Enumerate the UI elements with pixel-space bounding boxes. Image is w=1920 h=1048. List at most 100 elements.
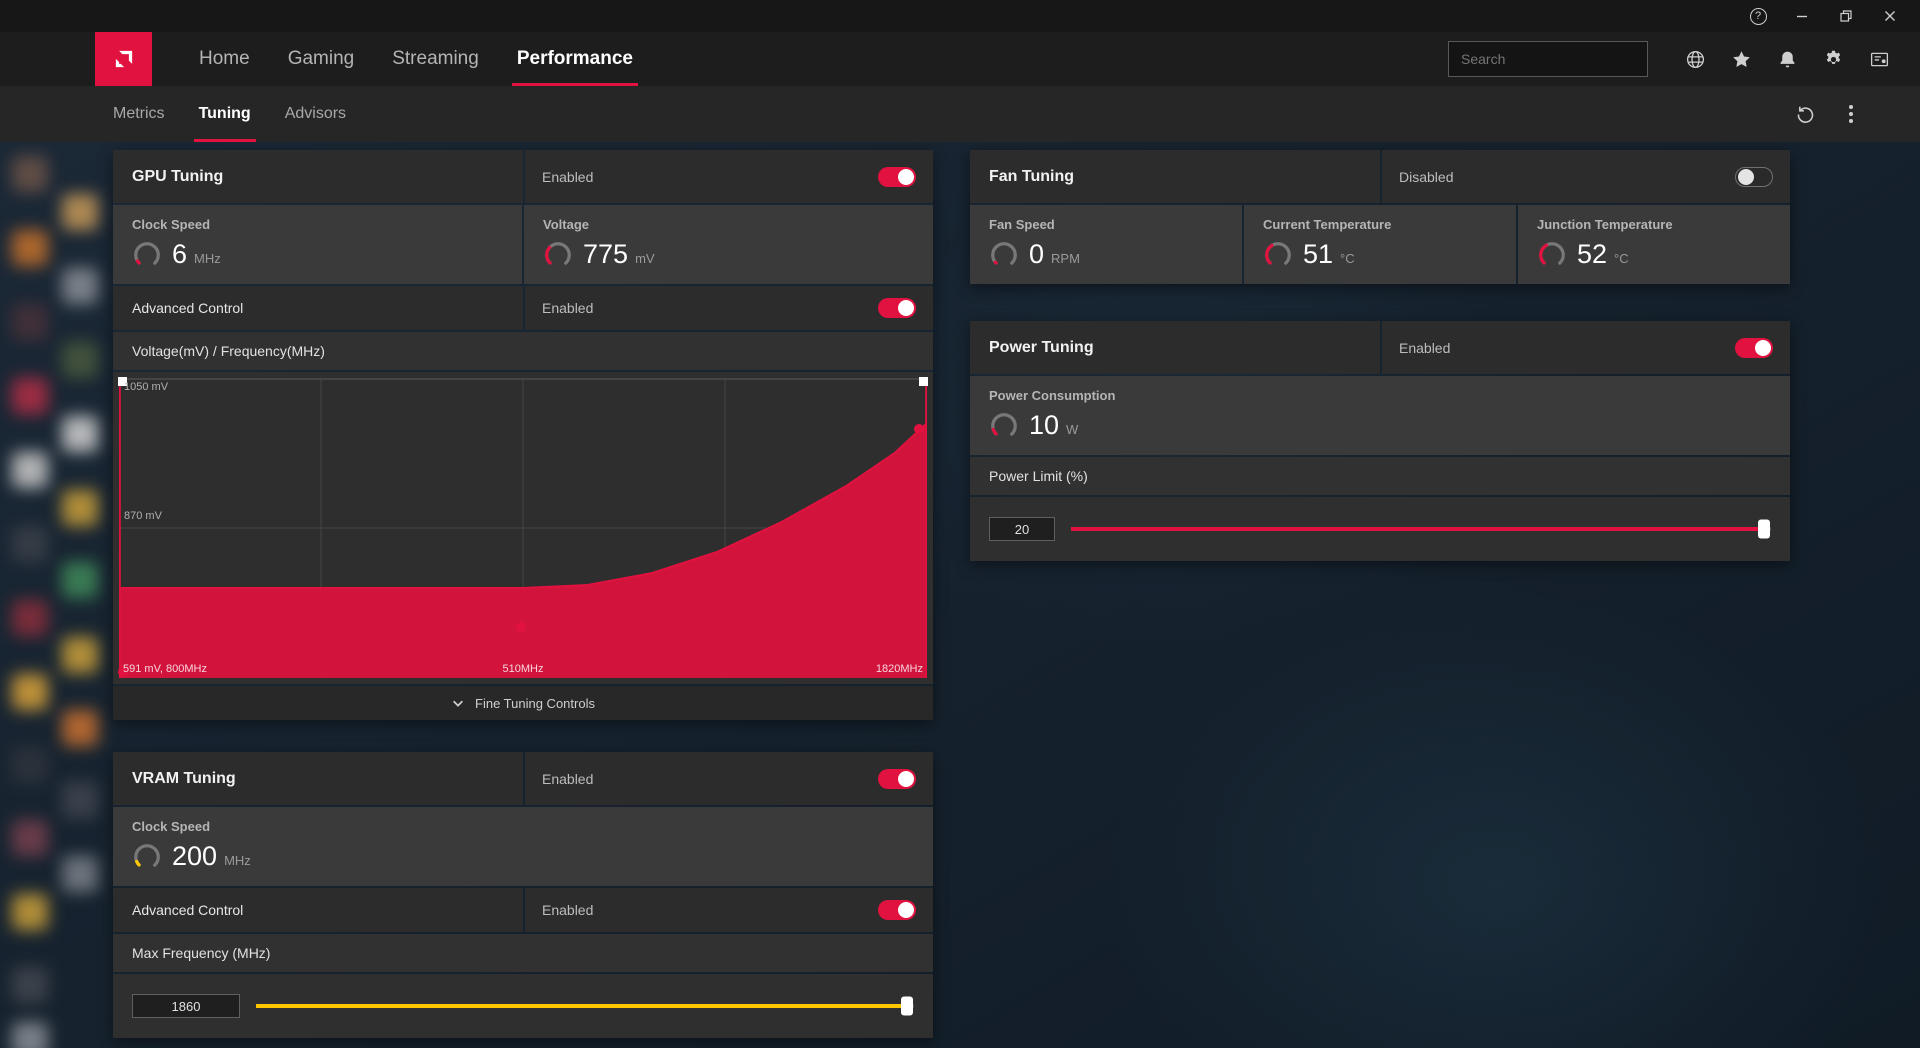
current-temperature-unit: °C (1340, 251, 1355, 266)
device-panel-button[interactable] (1856, 32, 1902, 86)
vram-advanced-control-label: Advanced Control (132, 902, 243, 918)
globe-icon (1685, 49, 1706, 70)
vram-advanced-control-toggle[interactable] (878, 900, 916, 920)
amd-logo[interactable] (95, 32, 152, 86)
browser-button[interactable] (1672, 32, 1718, 86)
more-options-button[interactable] (1828, 86, 1874, 142)
background-tile (12, 378, 48, 414)
slider-handle[interactable] (901, 997, 913, 1016)
fine-tuning-controls[interactable]: Fine Tuning Controls (113, 686, 933, 720)
max-frequency-slider[interactable] (256, 1004, 914, 1008)
gpu-tuning-title-row: GPU Tuning (113, 150, 523, 203)
fan-tuning-toggle[interactable] (1735, 167, 1773, 187)
power-consumption-gauge-icon (989, 411, 1019, 441)
minimize-icon (1796, 10, 1808, 22)
background-tile (62, 637, 98, 673)
background-tile (12, 452, 48, 488)
background-tile (62, 416, 98, 452)
nav-item-home[interactable]: Home (180, 32, 269, 86)
fan-speed-cell: Fan Speed 0 RPM (970, 205, 1242, 284)
gpu-tuning-card: GPU Tuning Enabled Clock Speed 6 MHz (113, 150, 933, 720)
background-tile (12, 1022, 48, 1048)
gpu-clock-speed-cell: Clock Speed 6 MHz (113, 205, 522, 284)
vram-clock-speed-label: Clock Speed (132, 819, 914, 834)
background-tile (62, 490, 98, 526)
gpu-clock-speed-unit: MHz (194, 251, 221, 266)
background-tile (12, 820, 48, 856)
background-tile (12, 967, 48, 1003)
background-tile (62, 342, 98, 378)
gpu-clock-speed-label: Clock Speed (132, 217, 503, 232)
clock-speed-gauge-icon (132, 240, 162, 270)
background-tile (12, 674, 48, 710)
junction-temperature-value: 52 (1577, 239, 1607, 270)
power-consumption-label: Power Consumption (989, 388, 1771, 403)
fine-tuning-controls-label: Fine Tuning Controls (475, 696, 595, 711)
kebab-icon (1849, 105, 1853, 123)
device-panel-icon (1869, 49, 1890, 70)
fan-speed-unit: RPM (1051, 251, 1080, 266)
curve-svg (119, 378, 927, 678)
gpu-advanced-control-label: Advanced Control (132, 300, 243, 316)
vram-clock-speed-value: 200 (172, 841, 217, 872)
settings-button[interactable] (1810, 32, 1856, 86)
power-limit-value-input[interactable] (989, 517, 1055, 541)
maximize-button[interactable] (1824, 0, 1868, 32)
gpu-clock-speed-value: 6 (172, 239, 187, 270)
background-tile (12, 526, 48, 562)
subnav-actions (1782, 86, 1874, 142)
curve-point[interactable] (516, 622, 526, 632)
current-temperature-gauge-icon (1263, 240, 1293, 270)
tab-metrics[interactable]: Metrics (96, 86, 182, 142)
vram-tuning-toggle[interactable] (878, 769, 916, 789)
vram-clock-speed-unit: MHz (224, 853, 251, 868)
gpu-status-label: Enabled (542, 169, 593, 185)
amd-arrow-icon (111, 46, 137, 72)
slider-handle[interactable] (1758, 520, 1770, 539)
nav-item-gaming[interactable]: Gaming (269, 32, 374, 86)
star-icon (1731, 49, 1752, 70)
y-axis-tick-label: 870 mV (124, 510, 162, 522)
x-axis-tick-label: 591 mV, 800MHz (123, 663, 207, 675)
reset-button[interactable] (1782, 86, 1828, 142)
background-tile (62, 856, 98, 892)
background-tile (62, 194, 98, 230)
curve-endpoint-handle[interactable] (919, 377, 928, 386)
x-axis-tick-label: 510MHz (503, 663, 544, 675)
background-tile (12, 304, 48, 340)
power-consumption-cell: Power Consumption 10 W (970, 376, 1790, 455)
power-status-label: Enabled (1399, 340, 1450, 356)
voltage-frequency-title: Voltage(mV) / Frequency(MHz) (132, 343, 325, 359)
notifications-button[interactable] (1764, 32, 1810, 86)
background-tile (12, 230, 48, 266)
tab-tuning[interactable]: Tuning (182, 86, 268, 142)
junction-temperature-cell: Junction Temperature 52 °C (1518, 205, 1790, 284)
gpu-advanced-status-label: Enabled (542, 300, 593, 316)
toggle-knob (898, 902, 914, 918)
minimize-button[interactable] (1780, 0, 1824, 32)
gpu-advanced-control-row: Advanced Control (113, 286, 523, 330)
power-tuning-toggle[interactable] (1735, 338, 1773, 358)
curve-point[interactable] (914, 424, 924, 434)
vram-status-label: Enabled (542, 771, 593, 787)
favorites-button[interactable] (1718, 32, 1764, 86)
power-tuning-card: Power Tuning Enabled Power Consumption 1… (970, 321, 1790, 561)
help-icon: ? (1750, 8, 1767, 25)
search-input[interactable] (1461, 51, 1642, 67)
tab-advisors[interactable]: Advisors (268, 86, 363, 142)
gpu-advanced-control-toggle[interactable] (878, 298, 916, 318)
current-temperature-cell: Current Temperature 51 °C (1244, 205, 1516, 284)
titlebar: ? (0, 0, 1920, 32)
close-button[interactable] (1868, 0, 1912, 32)
bell-icon (1777, 49, 1798, 70)
gpu-tuning-toggle[interactable] (878, 167, 916, 187)
max-frequency-value-input[interactable] (132, 994, 240, 1018)
gear-icon (1823, 49, 1844, 70)
nav-item-streaming[interactable]: Streaming (373, 32, 498, 86)
search-box (1448, 41, 1648, 77)
nav-item-performance[interactable]: Performance (498, 32, 652, 86)
performance-subnav: Metrics Tuning Advisors (0, 86, 1920, 142)
power-limit-slider[interactable] (1071, 527, 1771, 531)
help-button[interactable]: ? (1736, 0, 1780, 32)
max-frequency-label: Max Frequency (MHz) (132, 945, 270, 961)
